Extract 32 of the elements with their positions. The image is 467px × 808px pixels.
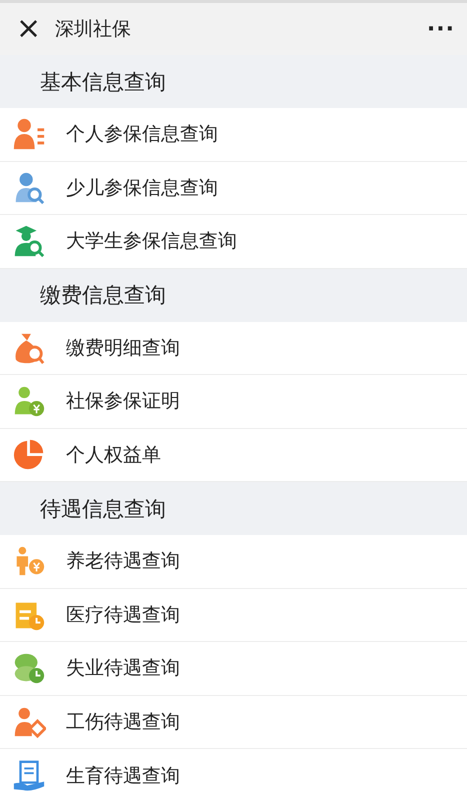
more-button[interactable]: ··· [426, 16, 455, 42]
item-label: 个人权益单 [66, 442, 161, 468]
close-button[interactable]: × [12, 14, 46, 44]
item-label: 工伤待遇查询 [66, 710, 180, 735]
item-label: 社保参保证明 [66, 389, 180, 414]
section-title: 待遇信息查询 [40, 496, 166, 522]
coins-clock-icon [12, 651, 46, 686]
graduate-search-icon [12, 224, 46, 258]
item-label: 失业待遇查询 [66, 656, 180, 682]
item-label: 缴费明细查询 [66, 336, 180, 361]
item-label: 少儿参保信息查询 [66, 176, 218, 201]
menu-item[interactable]: 生育待遇查询 [0, 749, 467, 802]
menu-item[interactable]: 医疗待遇查询 [0, 588, 467, 642]
window-title: 深圳社保 [55, 17, 132, 42]
menu-item[interactable]: 失业待遇查询 [0, 642, 467, 696]
menu-item[interactable]: 社保参保证明 [0, 375, 467, 428]
person-yuan-icon [12, 384, 46, 418]
item-label: 大学生参保信息查询 [66, 229, 237, 254]
menu-item[interactable]: 少儿参保信息查询 [0, 162, 467, 215]
menu-item[interactable]: 缴费明细查询 [0, 322, 467, 375]
section-title: 基本信息查询 [40, 68, 166, 96]
hand-document-icon [12, 758, 46, 793]
pie-chart-icon [12, 438, 46, 472]
menu-item[interactable]: 工伤待遇查询 [0, 696, 467, 749]
person-list-icon [12, 117, 46, 152]
item-label: 医疗待遇查询 [66, 602, 180, 628]
item-label: 个人参保信息查询 [66, 122, 218, 148]
menu-item[interactable]: 养老待遇查询 [0, 535, 467, 588]
item-label: 养老待遇查询 [66, 549, 180, 574]
item-label: 生育待遇查询 [66, 764, 180, 789]
section-title: 缴费信息查询 [40, 282, 166, 309]
menu-item[interactable]: 个人参保信息查询 [0, 108, 467, 162]
